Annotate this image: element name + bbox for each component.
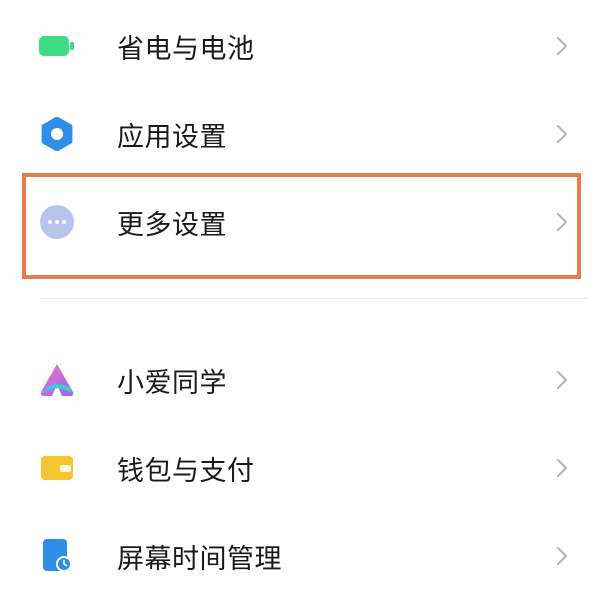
chevron-right-icon bbox=[557, 37, 567, 55]
screen-time-icon bbox=[38, 537, 76, 575]
gear-icon bbox=[38, 115, 76, 153]
settings-item-battery[interactable]: 省电与电池 bbox=[0, 2, 601, 90]
settings-item-label: 应用设置 bbox=[117, 121, 227, 153]
chevron-right-icon bbox=[557, 125, 567, 143]
settings-item-label: 省电与电池 bbox=[117, 33, 255, 65]
wallet-icon bbox=[38, 449, 76, 487]
settings-item-screen-time[interactable]: 屏幕时间管理 bbox=[0, 512, 601, 600]
settings-item-label: 小爱同学 bbox=[117, 367, 227, 399]
highlight-box bbox=[22, 173, 581, 279]
battery-icon bbox=[38, 27, 76, 65]
settings-screen: 省电与电池 应用设置 更多设置 小爱同学 钱包与支付 屏幕时间管理 bbox=[0, 0, 601, 607]
xiaoai-icon bbox=[38, 361, 76, 399]
section-divider bbox=[40, 298, 588, 299]
settings-item-label: 钱包与支付 bbox=[117, 455, 255, 487]
settings-item-wallet[interactable]: 钱包与支付 bbox=[0, 424, 601, 512]
settings-item-xiaoai[interactable]: 小爱同学 bbox=[0, 336, 601, 424]
settings-item-label: 屏幕时间管理 bbox=[117, 543, 282, 575]
chevron-right-icon bbox=[557, 459, 567, 477]
chevron-right-icon bbox=[557, 547, 567, 565]
chevron-right-icon bbox=[557, 371, 567, 389]
settings-item-apps[interactable]: 应用设置 bbox=[0, 90, 601, 178]
